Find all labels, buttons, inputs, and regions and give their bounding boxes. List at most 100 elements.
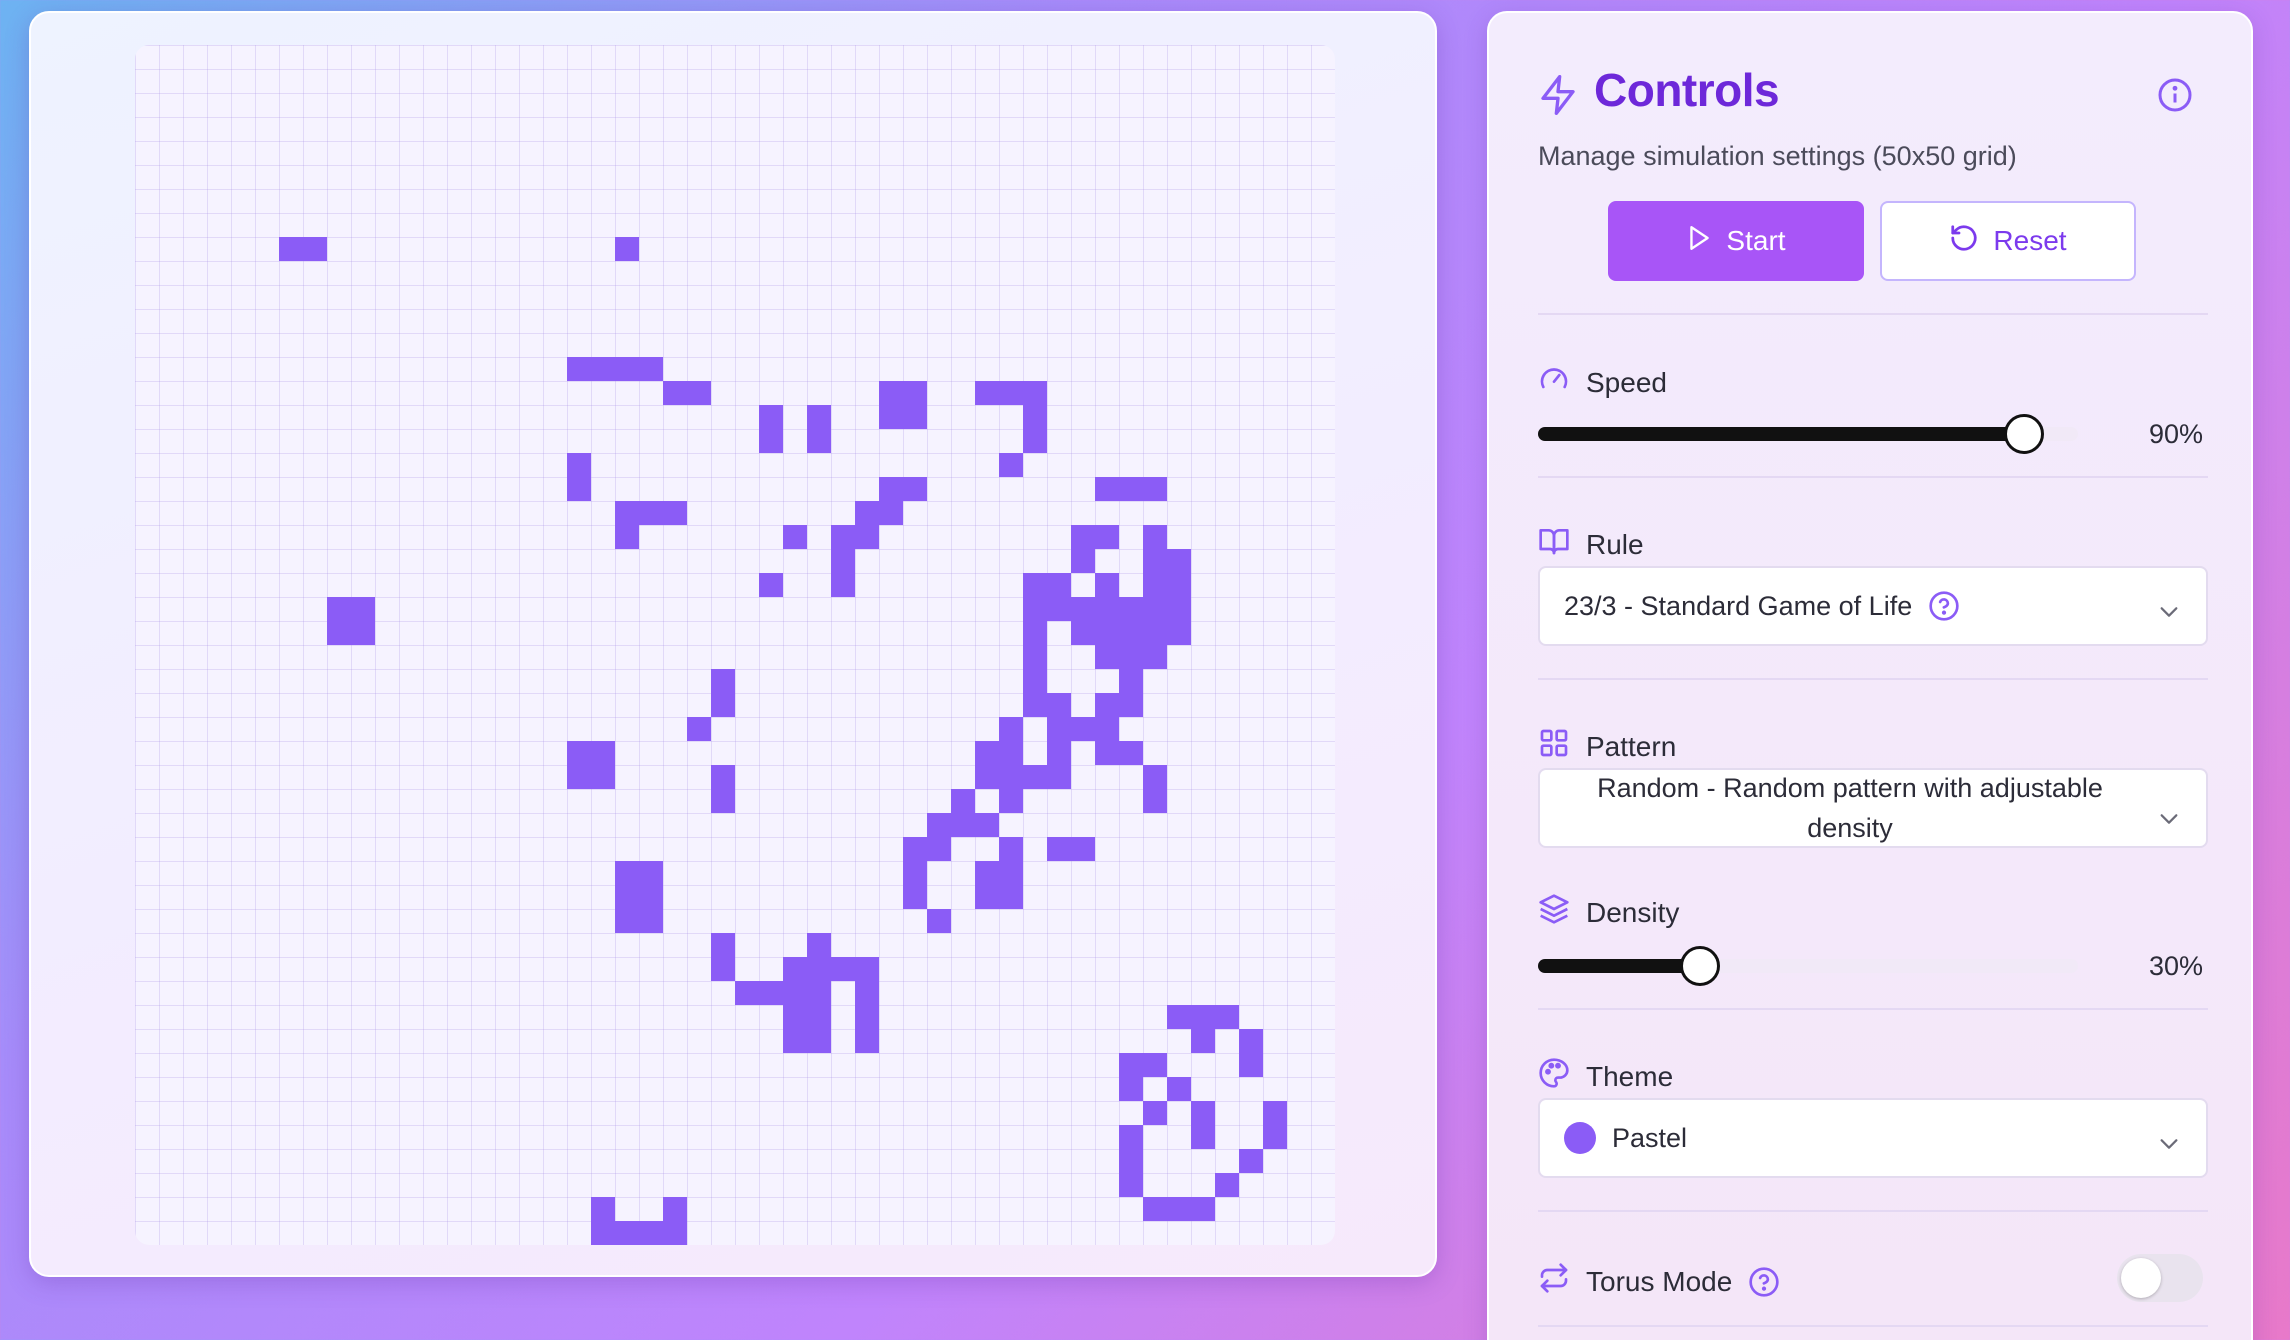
alive-cell[interactable] (1119, 1053, 1143, 1077)
alive-cell[interactable] (1191, 1029, 1215, 1053)
alive-cell[interactable] (783, 1005, 807, 1029)
alive-cell[interactable] (1071, 717, 1095, 741)
alive-cell[interactable] (1023, 573, 1047, 597)
rule-select[interactable]: 23/3 - Standard Game of Life (1538, 566, 2208, 646)
alive-cell[interactable] (807, 1029, 831, 1053)
alive-cell[interactable] (999, 741, 1023, 765)
alive-cell[interactable] (615, 357, 639, 381)
alive-cell[interactable] (1119, 1173, 1143, 1197)
alive-cell[interactable] (1047, 597, 1071, 621)
alive-cell[interactable] (1191, 1005, 1215, 1029)
alive-cell[interactable] (855, 957, 879, 981)
alive-cell[interactable] (855, 1005, 879, 1029)
alive-cell[interactable] (975, 765, 999, 789)
alive-cell[interactable] (639, 885, 663, 909)
alive-cell[interactable] (1023, 645, 1047, 669)
alive-cell[interactable] (615, 1221, 639, 1245)
alive-cell[interactable] (1119, 645, 1143, 669)
alive-cell[interactable] (999, 885, 1023, 909)
alive-cell[interactable] (615, 525, 639, 549)
alive-cell[interactable] (903, 861, 927, 885)
torus-toggle[interactable] (2117, 1254, 2203, 1302)
alive-cell[interactable] (1215, 1173, 1239, 1197)
alive-cell[interactable] (615, 861, 639, 885)
alive-cell[interactable] (999, 765, 1023, 789)
alive-cell[interactable] (711, 669, 735, 693)
alive-cell[interactable] (1167, 573, 1191, 597)
alive-cell[interactable] (783, 957, 807, 981)
density-slider[interactable] (1538, 946, 2078, 986)
start-button[interactable]: Start (1608, 201, 1864, 281)
alive-cell[interactable] (1143, 1101, 1167, 1125)
alive-cell[interactable] (567, 357, 591, 381)
alive-cell[interactable] (1095, 621, 1119, 645)
alive-cell[interactable] (591, 1197, 615, 1221)
alive-cell[interactable] (615, 501, 639, 525)
alive-cell[interactable] (759, 405, 783, 429)
alive-cell[interactable] (567, 477, 591, 501)
alive-cell[interactable] (1167, 597, 1191, 621)
alive-cell[interactable] (687, 717, 711, 741)
alive-cell[interactable] (615, 885, 639, 909)
alive-cell[interactable] (1023, 381, 1047, 405)
alive-cell[interactable] (903, 837, 927, 861)
alive-cell[interactable] (903, 885, 927, 909)
alive-cell[interactable] (975, 381, 999, 405)
alive-cell[interactable] (831, 549, 855, 573)
alive-cell[interactable] (927, 813, 951, 837)
help-circle-icon[interactable] (1928, 590, 1960, 622)
alive-cell[interactable] (639, 861, 663, 885)
alive-cell[interactable] (1047, 765, 1071, 789)
alive-cell[interactable] (1095, 597, 1119, 621)
alive-cell[interactable] (1071, 837, 1095, 861)
alive-cell[interactable] (759, 981, 783, 1005)
alive-cell[interactable] (639, 1221, 663, 1245)
alive-cell[interactable] (1119, 1149, 1143, 1173)
alive-cell[interactable] (591, 1221, 615, 1245)
alive-cell[interactable] (1167, 1077, 1191, 1101)
alive-cell[interactable] (999, 381, 1023, 405)
alive-cell[interactable] (1047, 837, 1071, 861)
alive-cell[interactable] (783, 525, 807, 549)
alive-cell[interactable] (1119, 693, 1143, 717)
alive-cell[interactable] (999, 861, 1023, 885)
alive-cell[interactable] (1047, 573, 1071, 597)
alive-cell[interactable] (1167, 549, 1191, 573)
speed-slider-thumb[interactable] (2004, 414, 2044, 454)
alive-cell[interactable] (663, 1197, 687, 1221)
alive-cell[interactable] (999, 453, 1023, 477)
alive-cell[interactable] (1143, 477, 1167, 501)
alive-cell[interactable] (615, 237, 639, 261)
alive-cell[interactable] (1023, 669, 1047, 693)
density-slider-thumb[interactable] (1680, 946, 1720, 986)
alive-cell[interactable] (1143, 597, 1167, 621)
alive-cell[interactable] (807, 405, 831, 429)
alive-cell[interactable] (1167, 621, 1191, 645)
alive-cell[interactable] (567, 741, 591, 765)
alive-cell[interactable] (591, 357, 615, 381)
alive-cell[interactable] (711, 789, 735, 813)
alive-cell[interactable] (975, 885, 999, 909)
alive-cell[interactable] (1047, 717, 1071, 741)
alive-cell[interactable] (1095, 693, 1119, 717)
reset-button[interactable]: Reset (1880, 201, 2136, 281)
pattern-select[interactable]: Random - Random pattern with adjustable … (1538, 768, 2208, 848)
alive-cell[interactable] (879, 477, 903, 501)
alive-cell[interactable] (1047, 693, 1071, 717)
alive-cell[interactable] (927, 837, 951, 861)
alive-cell[interactable] (855, 525, 879, 549)
game-grid[interactable] (135, 45, 1335, 1245)
alive-cell[interactable] (855, 501, 879, 525)
alive-cell[interactable] (831, 525, 855, 549)
alive-cell[interactable] (855, 1029, 879, 1053)
alive-cell[interactable] (1239, 1149, 1263, 1173)
alive-cell[interactable] (1239, 1029, 1263, 1053)
alive-cell[interactable] (1095, 645, 1119, 669)
alive-cell[interactable] (615, 909, 639, 933)
alive-cell[interactable] (351, 621, 375, 645)
alive-cell[interactable] (783, 981, 807, 1005)
alive-cell[interactable] (1071, 621, 1095, 645)
alive-cell[interactable] (807, 429, 831, 453)
alive-cell[interactable] (975, 813, 999, 837)
alive-cell[interactable] (1191, 1197, 1215, 1221)
